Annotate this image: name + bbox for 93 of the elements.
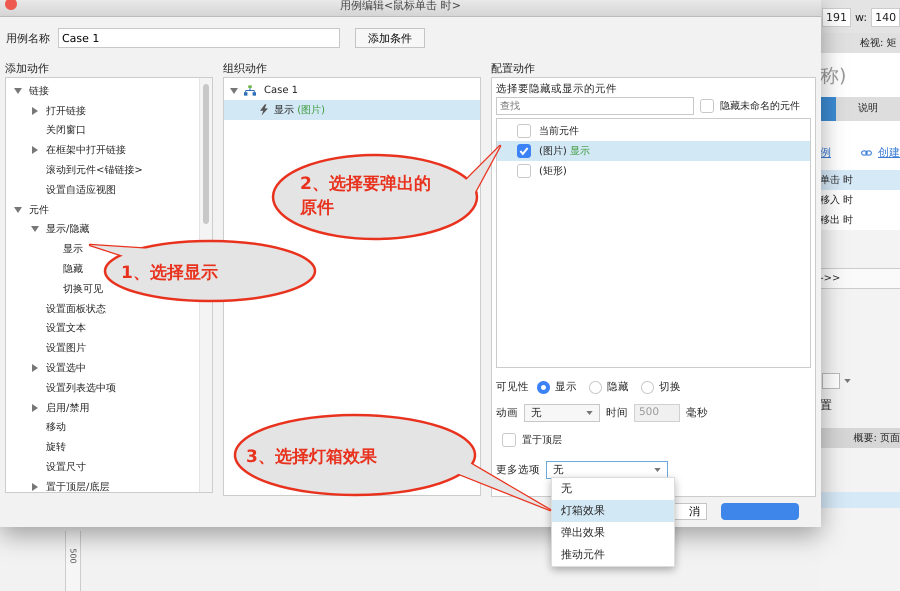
hierarchy-icon <box>244 85 256 96</box>
animation-dropdown[interactable]: 无 <box>524 404 600 422</box>
widget-name: 称) <box>820 53 900 97</box>
checkbox[interactable] <box>502 433 516 447</box>
scrollbar-thumb[interactable] <box>203 84 209 224</box>
event-item[interactable]: 移出 时 <box>820 210 900 230</box>
tree-item[interactable]: 关闭窗口 <box>46 123 86 138</box>
w-field[interactable]: 140 <box>871 8 900 27</box>
checkbox-label: 置于顶层 <box>522 434 562 447</box>
animation-label: 动画 <box>496 406 518 420</box>
section-heading: 组织动作 <box>223 61 268 77</box>
tree-item[interactable]: 在框架中打开链接 <box>46 143 126 158</box>
collapsed-arrow-icon[interactable] <box>31 146 39 154</box>
search-field[interactable]: 查找 <box>496 97 694 115</box>
tree-item[interactable]: 设置列表选中项 <box>46 380 116 395</box>
caret-icon <box>844 379 851 383</box>
properties-tab[interactable] <box>820 97 836 121</box>
menu-item[interactable]: 弹出效果 <box>552 522 674 544</box>
tree-item[interactable]: 设置面板状态 <box>46 302 106 316</box>
widget-row[interactable]: (矩形) <box>497 161 810 181</box>
color-swatch[interactable] <box>822 373 840 389</box>
tree-item[interactable]: 元件 <box>29 202 49 217</box>
tree-item[interactable]: 置于顶层/底层 <box>46 480 110 492</box>
more-link[interactable]: ->> <box>820 268 900 289</box>
more-options-label: 更多选项 <box>496 463 540 477</box>
menu-item[interactable]: 灯箱效果 <box>552 500 674 522</box>
y-field[interactable]: 191 <box>822 8 851 27</box>
tree-item[interactable]: 切换可见 <box>63 282 103 296</box>
widget-row[interactable]: 当前元件 <box>497 121 810 141</box>
add-condition-button[interactable]: 添加条件 <box>355 28 425 48</box>
create-link[interactable]: 创建 <box>878 145 900 160</box>
link[interactable]: 例 <box>820 145 831 160</box>
tree-item[interactable]: 启用/禁用 <box>46 400 90 415</box>
time-label: 时间 <box>606 406 628 420</box>
radio-option[interactable]: 切换 <box>641 380 681 394</box>
close-button[interactable] <box>5 0 17 10</box>
event-item[interactable]: 移入 时 <box>820 190 900 210</box>
collapsed-arrow-icon[interactable] <box>31 106 39 115</box>
panel-subtitle: 选择要隐藏或显示的元件 <box>496 82 618 97</box>
collapsed-arrow-icon[interactable] <box>31 364 39 372</box>
section-label: 置 <box>820 397 833 414</box>
tree-item[interactable]: 隐藏 <box>63 262 83 276</box>
tree-item[interactable]: 设置自适应视图 <box>46 182 116 197</box>
radio-option[interactable]: 隐藏 <box>589 380 629 394</box>
caret-icon <box>586 411 593 415</box>
expanded-arrow-icon[interactable] <box>14 86 22 95</box>
tree-item[interactable]: 滚动到元件<锚链接> <box>46 163 143 178</box>
event-item[interactable]: 单击 时 <box>820 170 900 190</box>
tree-item[interactable]: 显示 <box>63 242 83 256</box>
tree-item[interactable]: 旋转 <box>46 440 66 454</box>
tree-item[interactable]: 链接 <box>29 84 49 98</box>
tree-item[interactable]: 打开链接 <box>46 104 86 118</box>
callout-text: 2、选择要弹出的原件 <box>300 173 432 220</box>
tree-item[interactable]: 设置尺寸 <box>46 460 86 474</box>
section-heading: 配置动作 <box>491 61 536 77</box>
menu-item[interactable]: 推动元件 <box>552 544 674 566</box>
radio-button[interactable] <box>641 380 654 394</box>
checkbox-label: 隐藏未命名的元件 <box>720 100 800 113</box>
checkbox[interactable] <box>517 124 531 138</box>
collapsed-arrow-icon[interactable] <box>31 404 39 412</box>
link-icon <box>861 150 872 156</box>
callout-text: 3、选择灯箱效果 <box>246 446 377 468</box>
summary-header: 概要: 页面 <box>820 428 900 448</box>
action-item[interactable]: 显示 (图片) <box>224 100 480 120</box>
ruler-label: 500 <box>68 548 78 564</box>
tree-item[interactable]: 移动 <box>46 420 66 434</box>
expanded-arrow-icon[interactable] <box>14 206 22 214</box>
widget-row[interactable]: (图片) 显示 <box>497 141 810 161</box>
case-name-label: 用例名称 <box>6 30 50 46</box>
radio-option[interactable]: 显示 <box>537 380 577 394</box>
checkbox[interactable] <box>517 164 531 178</box>
visibility-label: 可见性 <box>496 380 529 394</box>
callout-text: 1、选择显示 <box>121 262 218 284</box>
inspect-header: 检视: 矩 <box>820 33 900 53</box>
expanded-arrow-icon[interactable] <box>31 225 39 234</box>
collapsed-arrow-icon[interactable] <box>31 482 39 491</box>
window-title: 用例编辑<鼠标单击 时> <box>340 0 461 12</box>
expanded-arrow-icon[interactable] <box>230 86 238 94</box>
checkbox[interactable] <box>517 144 531 158</box>
w-label: w: <box>855 11 868 24</box>
caret-icon <box>654 468 661 472</box>
tree-item[interactable]: 设置文本 <box>46 321 86 336</box>
case-item[interactable]: Case 1 <box>264 85 298 96</box>
radio-button[interactable] <box>537 380 550 394</box>
unit-label: 毫秒 <box>686 406 708 420</box>
radio-button[interactable] <box>589 380 602 394</box>
case-name-field[interactable]: Case 1 <box>58 28 340 48</box>
tree-item[interactable]: 设置图片 <box>46 341 86 356</box>
tree-item[interactable]: 设置选中 <box>46 361 86 376</box>
checkbox[interactable] <box>700 99 714 113</box>
tree-item[interactable]: 显示/隐藏 <box>46 222 90 236</box>
lightning-icon <box>260 104 268 116</box>
section-heading: 添加动作 <box>5 61 50 77</box>
